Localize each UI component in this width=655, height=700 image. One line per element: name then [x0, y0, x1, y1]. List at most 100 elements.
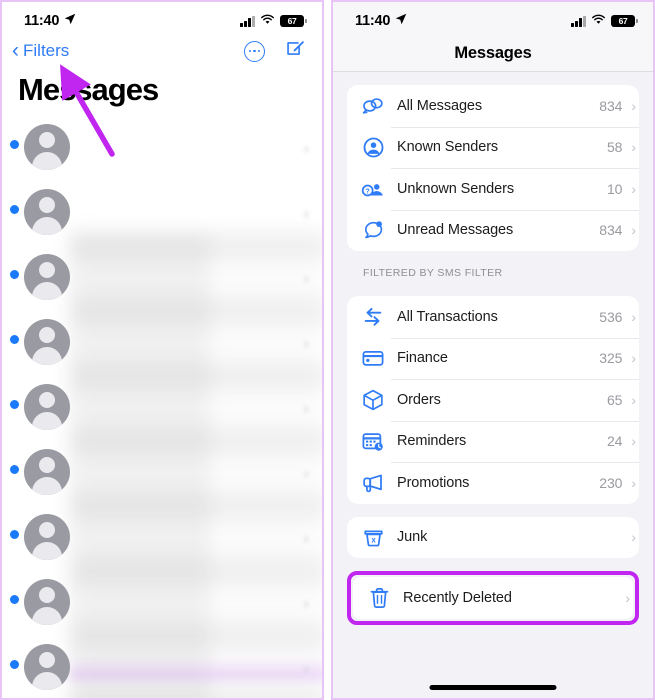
filter-label: Recently Deleted	[403, 589, 512, 606]
status-time: 11:40	[24, 13, 60, 29]
filter-row-recently-deleted[interactable]: Recently Deleted ›	[353, 577, 633, 619]
filter-label: Unread Messages	[397, 222, 514, 239]
row-separator	[391, 168, 639, 169]
avatar	[24, 254, 70, 300]
trash-icon	[366, 585, 392, 611]
filter-count: 834	[599, 97, 623, 114]
unread-dot	[10, 400, 19, 409]
row-separator	[391, 337, 639, 339]
filter-count: 325	[599, 350, 623, 367]
junk-bin-icon: x	[360, 524, 386, 550]
home-indicator	[429, 685, 557, 690]
chevron-right-icon: ›	[625, 589, 630, 606]
unread-dot	[10, 465, 19, 474]
location-arrow-icon	[395, 13, 407, 29]
section-header: FILTERED BY SMS FILTER	[363, 267, 503, 279]
unread-dot	[10, 140, 19, 149]
status-time-group: 11:40	[24, 13, 76, 29]
back-to-filters-button[interactable]: ‹ Filters	[12, 38, 70, 62]
unread-dot	[10, 595, 19, 604]
filter-row-promotions[interactable]: Promotions 230 ›	[347, 462, 639, 504]
filter-row-known-senders[interactable]: Known Senders 58 ›	[347, 126, 639, 169]
svg-text:?: ?	[365, 188, 369, 195]
avatar	[24, 449, 70, 495]
chevron-right-icon: ›	[631, 350, 636, 367]
filter-group: All Transactions 536 › Finance 325 › Orders 65 ›…	[347, 296, 639, 504]
unread-bubble-icon	[360, 217, 386, 243]
filter-label: Orders	[397, 391, 441, 408]
chevron-right-icon: ›	[304, 205, 309, 221]
wifi-icon	[591, 12, 606, 30]
unread-dot	[10, 335, 19, 344]
message-row[interactable]: ›	[2, 114, 322, 179]
filter-count: 834	[599, 222, 623, 239]
battery-icon: 67	[280, 14, 307, 28]
filter-row-reminders[interactable]: Reminders 24 ›	[347, 420, 639, 463]
avatar	[24, 189, 70, 235]
chevron-right-icon: ›	[304, 465, 309, 481]
filter-count: 536	[599, 308, 623, 325]
chat-bubbles-icon	[360, 93, 386, 119]
message-row[interactable]: ›	[2, 439, 322, 504]
chevron-right-icon: ›	[631, 139, 636, 156]
chevron-right-icon: ›	[304, 270, 309, 286]
message-row[interactable]: ›	[2, 634, 322, 698]
row-separator	[391, 126, 639, 128]
filter-row-finance[interactable]: Finance 325 ›	[347, 337, 639, 380]
filter-label: Reminders	[397, 433, 467, 450]
avatar	[24, 644, 70, 690]
battery-icon: 67	[611, 14, 638, 28]
message-row[interactable]: ›	[2, 504, 322, 569]
message-row[interactable]: ›	[2, 569, 322, 634]
filter-label: All Messages	[397, 97, 483, 114]
filter-label: Unknown Senders	[397, 180, 514, 197]
left-phone-panel: 11:40 67 ‹ Filters Messages › › › › › › …	[0, 0, 324, 700]
row-separator	[391, 420, 639, 422]
filter-count: 10	[606, 180, 623, 197]
filter-row-junk[interactable]: x Junk ›	[347, 517, 639, 559]
unread-dot	[10, 660, 19, 669]
filter-groups: All Messages 834 › Known Senders 58 ›? Unknown…	[333, 85, 653, 625]
filter-count: 24	[606, 433, 623, 450]
filter-label: Finance	[397, 350, 448, 367]
filter-label: Promotions	[397, 474, 470, 491]
filter-count: 58	[606, 139, 623, 156]
message-list[interactable]: › › › › › › › › ›	[2, 114, 322, 698]
row-separator	[391, 462, 639, 463]
filter-row-unread-messages[interactable]: Unread Messages 834 ›	[347, 209, 639, 252]
wifi-icon	[260, 12, 275, 30]
row-separator	[391, 209, 639, 211]
person-circle-icon	[360, 134, 386, 160]
transfer-arrows-icon	[360, 304, 386, 330]
avatar	[24, 319, 70, 365]
unread-dot	[10, 270, 19, 279]
compose-icon[interactable]	[285, 38, 306, 64]
right-nav-bar: Messages	[333, 36, 653, 72]
message-row[interactable]: ›	[2, 309, 322, 374]
location-arrow-icon	[64, 13, 76, 29]
message-row[interactable]: ›	[2, 179, 322, 244]
page-title: Messages	[18, 72, 159, 107]
filter-count: 230	[599, 474, 623, 491]
status-time-group-right: 11:40	[355, 13, 407, 29]
unknown-person-icon: ?	[360, 176, 386, 202]
filter-row-orders[interactable]: Orders 65 ›	[347, 379, 639, 421]
left-nav-bar: ‹ Filters	[2, 36, 322, 66]
chevron-left-icon: ‹	[12, 38, 19, 62]
package-box-icon	[360, 387, 386, 413]
message-row[interactable]: ›	[2, 244, 322, 309]
message-row[interactable]: ›	[2, 374, 322, 439]
unread-dot	[10, 530, 19, 539]
status-indicators-right: 67	[571, 12, 638, 30]
back-label: Filters	[23, 41, 70, 60]
more-options-icon[interactable]	[244, 40, 265, 62]
right-phone-panel: 11:40 67 Messages All Messages 834 › Kno…	[331, 0, 655, 700]
credit-card-icon	[360, 345, 386, 371]
screenshot-stage: 11:40 67 ‹ Filters Messages › › › › › › …	[0, 0, 655, 700]
filter-label: Known Senders	[397, 139, 499, 156]
filter-row-all-messages[interactable]: All Messages 834 ›	[347, 85, 639, 127]
avatar	[24, 124, 70, 170]
filter-row-all-transactions[interactable]: All Transactions 536 ›	[347, 296, 639, 338]
battery-percent: 67	[287, 16, 297, 26]
filter-row-unknown-senders[interactable]: ? Unknown Senders 10 ›	[347, 168, 639, 210]
